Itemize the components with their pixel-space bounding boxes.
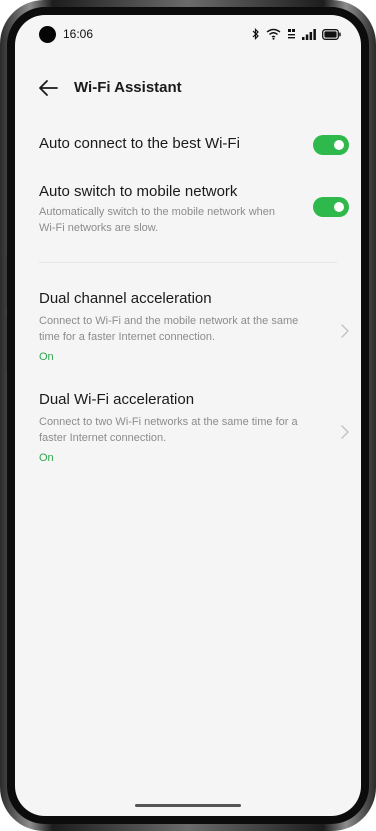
status-icons [252,26,341,42]
app-bar: Wi-Fi Assistant [15,73,361,103]
front-camera [39,26,56,43]
chevron-right-icon [341,324,349,338]
toggle-knob [334,202,344,212]
status-time: 16:06 [63,27,94,41]
signal-icon [302,28,316,40]
dual-channel-status: On [39,351,54,363]
wifi-icon [266,28,281,40]
dual-channel-title: Dual channel acceleration [39,290,212,307]
dual-wifi-title: Dual Wi-Fi acceleration [39,391,195,408]
dual-wifi-description: Connect to two Wi-Fi networks at the sam… [39,416,298,444]
auto-connect-toggle[interactable] [313,135,349,155]
toggle-knob [334,140,344,150]
screen: 16:06 Wi-Fi Assistant Auto connect to th… [15,15,361,816]
dual-wifi-row[interactable]: Dual Wi-Fi acceleration Connect to two W… [15,386,361,470]
volume-button [4,255,7,307]
home-indicator[interactable] [135,804,241,807]
auto-switch-description: Automatically switch to the mobile netwo… [39,206,275,234]
auto-switch-row[interactable]: Auto switch to mobile network Automatica… [15,177,361,243]
section-divider [39,262,337,263]
battery-icon [322,28,341,40]
status-bar: 16:06 [15,15,361,53]
dual-channel-row[interactable]: Dual channel acceleration Connect to Wi-… [15,285,361,369]
auto-switch-title: Auto switch to mobile network [39,183,238,200]
power-button [4,318,7,370]
auto-connect-row[interactable]: Auto connect to the best Wi-Fi [15,130,361,160]
chevron-right-icon [341,425,349,439]
bluetooth-icon [252,28,259,40]
auto-switch-toggle[interactable] [313,197,349,217]
dual-channel-description: Connect to Wi-Fi and the mobile network … [39,315,299,343]
back-arrow-icon[interactable] [37,77,59,99]
mobile-data-icon [288,29,295,39]
page-title: Wi-Fi Assistant [74,79,182,96]
dual-wifi-status: On [39,452,54,464]
auto-connect-title: Auto connect to the best Wi-Fi [39,135,240,152]
